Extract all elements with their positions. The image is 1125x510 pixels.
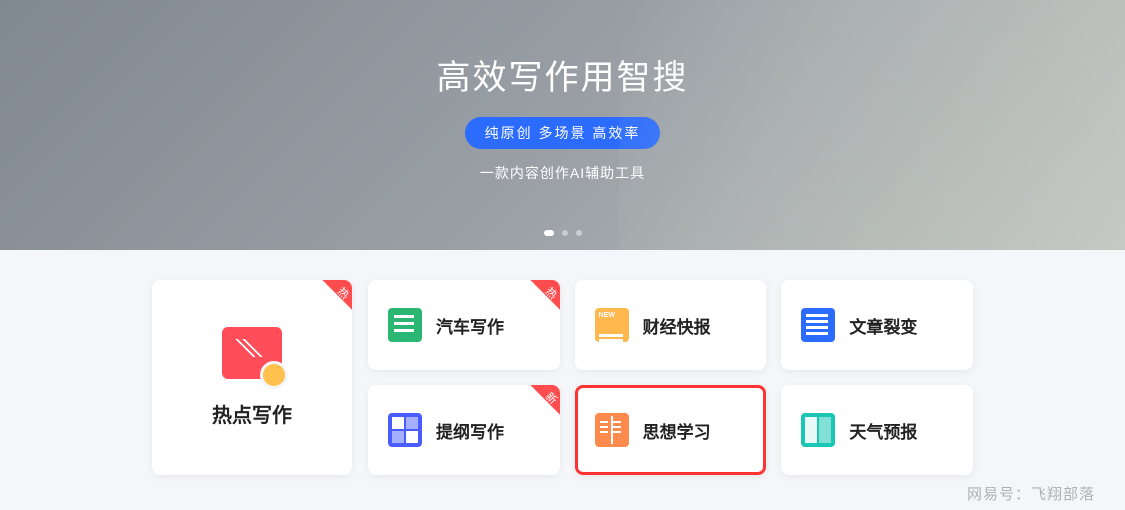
cards-grid: 热 汽车写作 财经快报 文章裂变 新 提纲写作 思想学习 [368, 280, 973, 475]
card-label: 思想学习 [643, 418, 711, 443]
hero-banner: 高效写作用智搜 纯原创 多场景 高效率 一款内容创作AI辅助工具 [0, 0, 1125, 250]
card-label: 财经快报 [643, 313, 711, 338]
panel-teal-icon [801, 413, 835, 447]
doc-blue-icon [801, 308, 835, 342]
book-green-icon [388, 308, 422, 342]
hero-badge: 纯原创 多场景 高效率 [465, 117, 661, 149]
watermark-text: 网易号：飞翔部落 [967, 483, 1095, 504]
card-label: 汽车写作 [436, 313, 504, 338]
carousel-dot-1[interactable] [544, 230, 554, 236]
card-label: 提纲写作 [436, 418, 504, 443]
cards-section: 热 热点写作 热 汽车写作 财经快报 文章裂变 新 提纲写作 [0, 250, 1125, 475]
card-article-split[interactable]: 文章裂变 [781, 280, 973, 370]
news-orange-icon [595, 308, 629, 342]
card-label: 天气预报 [849, 418, 917, 443]
hot-badge-icon: 热 [310, 280, 352, 322]
hot-badge-icon: 热 [518, 280, 560, 322]
card-finance-news[interactable]: 财经快报 [575, 280, 767, 370]
new-badge-icon: 新 [518, 385, 560, 427]
card-weather-forecast[interactable]: 天气预报 [781, 385, 973, 475]
card-car-writing[interactable]: 热 汽车写作 [368, 280, 560, 370]
hero-subtitle: 一款内容创作AI辅助工具 [480, 163, 645, 183]
carousel-dot-2[interactable] [562, 230, 568, 236]
carousel-dot-3[interactable] [576, 230, 582, 236]
grid-purple-icon [388, 413, 422, 447]
card-thought-study[interactable]: 思想学习 [575, 385, 767, 475]
featured-card-label: 热点写作 [212, 399, 292, 428]
card-label: 文章裂变 [849, 313, 917, 338]
carousel-dots[interactable] [544, 230, 582, 236]
chart-fire-icon [222, 327, 282, 379]
card-outline-writing[interactable]: 新 提纲写作 [368, 385, 560, 475]
hero-title: 高效写作用智搜 [437, 50, 689, 99]
featured-card-hotspot-writing[interactable]: 热 热点写作 [152, 280, 352, 475]
book-orange-icon [595, 413, 629, 447]
